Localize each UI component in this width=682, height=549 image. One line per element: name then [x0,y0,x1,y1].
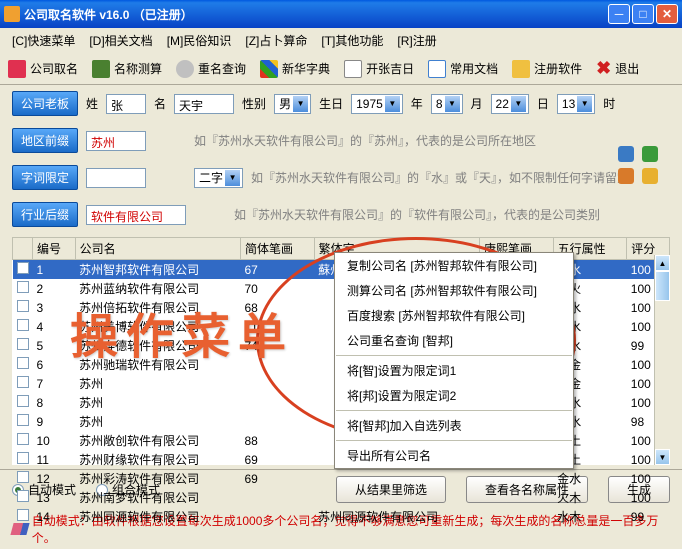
tool-exit[interactable]: ✖退出 [594,56,641,81]
hour-select[interactable]: 13▼ [557,94,595,114]
office-logo-icon [618,146,658,184]
size-select[interactable]: 二字▼ [194,168,243,188]
year-select[interactable]: 1975▼ [351,94,403,114]
context-menu-item[interactable]: 公司重名查询 [智邦] [335,328,573,353]
eraser-icon [10,523,29,535]
scroll-down-button[interactable]: ▼ [655,449,670,465]
toolbar: 公司取名 名称测算 重名查询 新华字典 开张吉日 常用文档 注册软件 ✖退出 [0,53,682,85]
heart-icon [8,60,26,78]
menu-quick[interactable]: [C]快速菜单 [6,30,81,51]
surname-label: 姓 [86,95,98,112]
chevron-down-icon: ▼ [385,96,400,112]
region-input[interactable]: 苏州 [86,131,146,151]
row-checkbox[interactable] [17,338,29,350]
context-menu-item[interactable]: 导出所有公司名 [335,443,573,468]
chevron-down-icon: ▼ [293,96,308,112]
table-row[interactable]: 13苏州南梦软件有限公司火木100 [13,488,670,507]
surname-input[interactable]: 张 [106,94,146,114]
context-menu-item[interactable]: 测算公司名 [苏州智邦软件有限公司] [335,278,573,303]
chevron-down-icon: ▼ [225,170,240,186]
results-table: 编号公司名简体笔画繁体字康熙笔画五行属性评分 1苏州智邦软件有限公司67蘇州智邦… [12,237,670,465]
document-icon [428,60,446,78]
title-bar: 公司取名软件 v16.0 （已注册） ─ □ ✕ [0,0,682,28]
day-select[interactable]: 22▼ [491,94,529,114]
exit-icon: ✖ [596,58,611,79]
chevron-down-icon: ▼ [445,96,460,112]
tool-dict[interactable]: 新华字典 [258,56,332,81]
table-header[interactable]: 简体笔画 [241,238,315,260]
windows-icon [260,60,278,78]
row-checkbox[interactable] [17,376,29,388]
row-checkbox[interactable] [17,319,29,331]
tool-dup[interactable]: 重名查询 [174,56,248,81]
magnifier-icon [176,60,194,78]
menu-folk[interactable]: [M]民俗知识 [161,30,238,51]
row-checkbox[interactable] [17,281,29,293]
month-select[interactable]: 8▼ [431,94,463,114]
row-checkbox[interactable] [17,414,29,426]
row-checkbox[interactable] [17,395,29,407]
menu-other[interactable]: [T]其他功能 [315,30,389,51]
row-checkbox[interactable] [17,452,29,464]
scroll-thumb[interactable] [655,271,670,301]
tool-luck[interactable]: 开张吉日 [342,56,416,81]
menu-fortune[interactable]: [Z]占卜算命 [239,30,313,51]
tool-test[interactable]: 名称测算 [90,56,164,81]
context-menu-item[interactable]: 复制公司名 [苏州智邦软件有限公司] [335,253,573,278]
birth-label: 生日 [319,95,343,112]
row-checkbox[interactable] [17,300,29,312]
context-menu-item[interactable]: 将[智]设置为限定词1 [335,358,573,383]
chevron-down-icon: ▼ [511,96,526,112]
boss-button[interactable]: 公司老板 [12,91,78,116]
close-button[interactable]: ✕ [656,4,678,24]
vertical-scrollbar[interactable]: ▲ ▼ [654,255,670,465]
minimize-button[interactable]: ─ [608,4,630,24]
word-input[interactable] [86,168,146,188]
window-title: 公司取名软件 v16.0 （已注册） [24,6,608,23]
row-checkbox[interactable] [17,490,29,502]
check-icon [92,60,110,78]
name-input[interactable]: 天宇 [174,94,234,114]
row-checkbox[interactable] [17,357,29,369]
context-menu-item[interactable]: 百度搜索 [苏州智邦软件有限公司] [335,303,573,328]
table-row[interactable]: 12苏州彩涛软件有限公司69金水100 [13,469,670,488]
industry-button[interactable]: 行业后缀 [12,202,78,227]
row-checkbox[interactable] [17,471,29,483]
calendar-icon [344,60,362,78]
menu-register[interactable]: [R]注册 [391,30,442,51]
region-hint: 如『苏州水天软件有限公司』的『苏州』，代表的是公司所在地区 [194,132,536,149]
context-menu: 复制公司名 [苏州智邦软件有限公司]测算公司名 [苏州智邦软件有限公司]百度搜索… [334,252,574,469]
scroll-up-button[interactable]: ▲ [655,255,670,271]
gender-select[interactable]: 男▼ [274,94,311,114]
industry-hint: 如『苏州水天软件有限公司』的『软件有限公司』，代表的是公司类别 [234,206,600,223]
table-row[interactable]: 14苏州同源软件有限公司苏州同源软件有限公司水木99 [13,507,670,526]
app-icon [4,6,20,22]
context-menu-item[interactable]: 将[邦]设置为限定词2 [335,383,573,408]
key-icon [512,60,530,78]
tool-naming[interactable]: 公司取名 [6,56,80,81]
word-hint: 如『苏州水天软件有限公司』的『水』或『天』，如不限制任何字请留空 [251,169,629,186]
maximize-button[interactable]: □ [632,4,654,24]
table-header[interactable]: 公司名 [75,238,240,260]
tool-reg[interactable]: 注册软件 [510,56,584,81]
context-menu-item[interactable]: 将[智邦]加入自选列表 [335,413,573,438]
menu-docs[interactable]: [D]相关文档 [83,30,158,51]
region-button[interactable]: 地区前缀 [12,128,78,153]
word-button[interactable]: 字词限定 [12,165,78,190]
row-checkbox[interactable] [17,433,29,445]
tool-docs[interactable]: 常用文档 [426,56,500,81]
table-header[interactable]: 编号 [33,238,76,260]
industry-input[interactable]: 软件有限公司 [86,205,186,225]
name-label: 名 [154,95,166,112]
menu-bar: [C]快速菜单 [D]相关文档 [M]民俗知识 [Z]占卜算命 [T]其他功能 … [0,28,682,53]
chevron-down-icon: ▼ [577,96,592,112]
row-checkbox[interactable] [17,262,29,274]
gender-label: 性别 [242,95,266,112]
row-checkbox[interactable] [17,509,29,521]
